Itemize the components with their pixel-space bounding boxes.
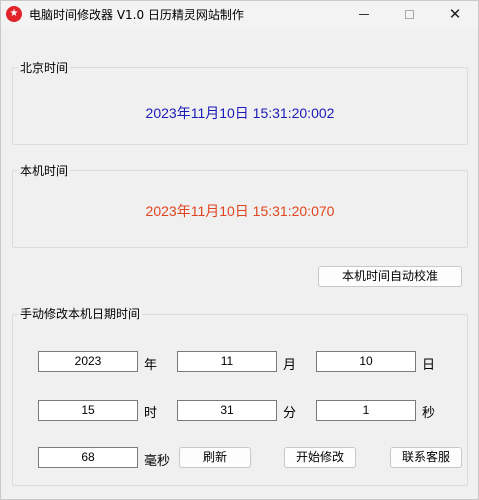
month-unit-label: 月 [283,358,297,373]
hour-unit-label: 时 [144,406,158,421]
day-unit-label: 日 [422,358,436,373]
minute-field[interactable]: 31 [177,400,277,421]
title-bar[interactable]: ★ 电脑时间修改器 V1.0 日历精灵网站制作 ✕ [1,1,478,28]
local-time-label: 本机时间 [18,162,71,179]
minimize-button[interactable] [344,1,384,28]
maximize-button[interactable] [389,1,429,28]
day-field[interactable]: 10 [316,351,416,372]
window-title: 电脑时间修改器 V1.0 日历精灵网站制作 [29,8,244,22]
millisecond-unit-label: 毫秒 [144,454,171,469]
minute-unit-label: 分 [283,406,297,421]
local-time-display: 2023年11月10日 15:31:20:070 [145,203,335,219]
beijing-time-display: 2023年11月10日 15:31:20:002 [145,105,335,121]
hour-field[interactable]: 15 [38,400,138,421]
close-button[interactable]: ✕ [435,1,475,28]
apply-button[interactable]: 开始修改 [284,447,356,468]
manual-edit-label: 手动修改本机日期时间 [18,305,143,322]
auto-sync-button[interactable]: 本机时间自动校准 [318,266,462,287]
star-icon: ★ [6,6,22,22]
contact-support-button[interactable]: 联系客服 [390,447,462,468]
year-field[interactable]: 2023 [38,351,138,372]
month-field[interactable]: 11 [177,351,277,372]
year-unit-label: 年 [144,358,158,373]
second-unit-label: 秒 [422,406,436,421]
millisecond-field[interactable]: 68 [38,447,138,468]
close-icon: ✕ [448,5,462,23]
second-field[interactable]: 1 [316,400,416,421]
beijing-time-label: 北京时间 [18,59,71,76]
maximize-icon [404,10,414,19]
refresh-button[interactable]: 刷新 [179,447,251,468]
minimize-icon [359,14,369,15]
